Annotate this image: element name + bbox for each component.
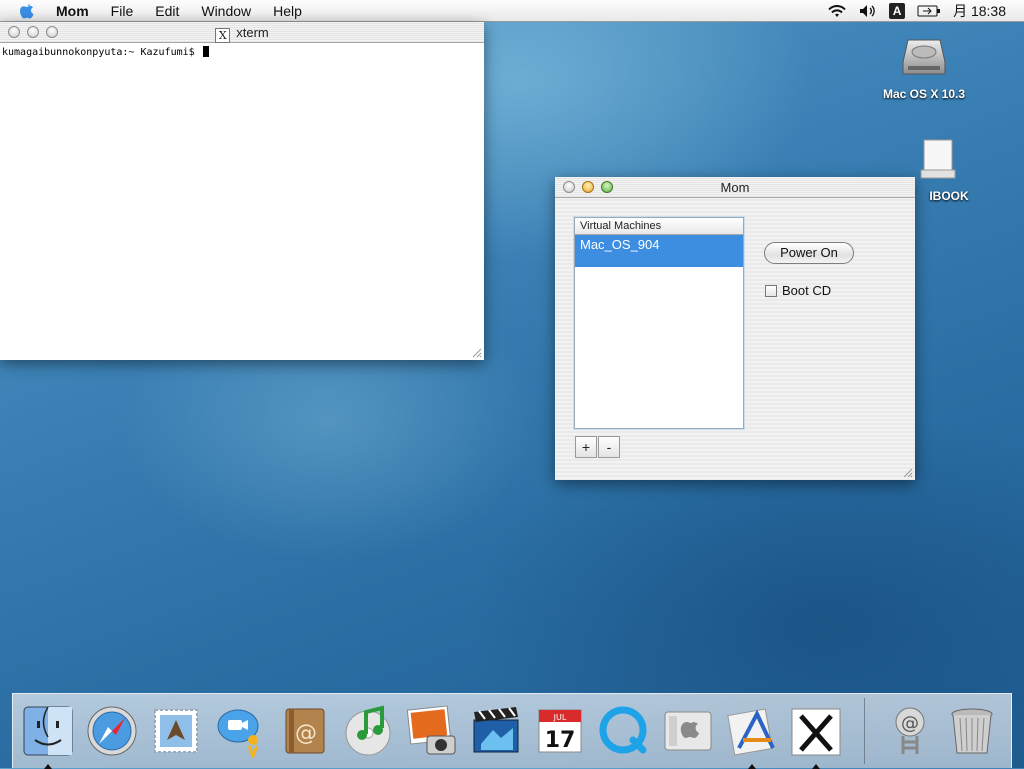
boot-cd-checkbox[interactable]: Boot CD [765, 283, 831, 298]
boot-cd-label: Boot CD [782, 283, 832, 298]
svg-text:JUL: JUL [553, 713, 567, 722]
menu-help[interactable]: Help [273, 3, 302, 19]
vm-list[interactable]: Virtual Machines Mac_OS_904 [574, 217, 744, 429]
terminal-output[interactable]: kumagaibunnokonpyuta:~ Kazufumi$ [0, 43, 484, 61]
vm-list-row[interactable]: Mac_OS_904 [575, 235, 743, 267]
hard-drive-icon [902, 39, 946, 75]
wifi-icon[interactable] [827, 4, 847, 18]
internet-connect-icon: @ [895, 707, 925, 754]
dock-finder[interactable] [19, 702, 77, 769]
dock-itunes[interactable] [339, 702, 397, 760]
window-title: Mom [720, 180, 750, 195]
battery-icon[interactable] [917, 5, 941, 17]
xterm-titlebar[interactable]: Xxterm [0, 22, 484, 43]
power-on-button[interactable]: Power On [764, 242, 854, 264]
add-vm-button[interactable]: + [575, 436, 597, 458]
menu-bar: Mom File Edit Window Help A 月 18:38 [0, 0, 1024, 22]
dock-x11[interactable] [787, 702, 845, 769]
svg-text:@: @ [901, 713, 919, 734]
running-indicator [44, 764, 52, 769]
mom-window[interactable]: Mom Virtual Machines Mac_OS_904 + - Powe… [555, 177, 915, 480]
dock: @ JUL 17 @ [12, 693, 1012, 769]
dock-internet-connect[interactable]: @ [881, 702, 939, 760]
menu-extras: A 月 18:38 [827, 0, 1006, 22]
menu-app-name[interactable]: Mom [56, 3, 89, 19]
system-preferences-icon [664, 711, 712, 751]
quicktime-icon [599, 706, 647, 754]
dock-address-book[interactable]: @ [275, 702, 333, 760]
volume-icon[interactable] [859, 4, 877, 18]
mail-icon [154, 709, 198, 753]
safari-icon [87, 706, 137, 756]
menu-clock[interactable]: 月 18:38 [953, 1, 1006, 21]
dock-system-preferences[interactable] [659, 702, 717, 760]
mom-titlebar[interactable]: Mom [555, 177, 915, 198]
xterm-window[interactable]: Xxterm kumagaibunnokonpyuta:~ Kazufumi$ [0, 22, 484, 360]
svg-text:@: @ [295, 721, 317, 746]
dock-iphoto[interactable] [403, 702, 461, 760]
input-method-icon[interactable]: A [889, 3, 906, 19]
address-book-icon: @ [285, 708, 325, 754]
remove-vm-button[interactable]: - [598, 436, 620, 458]
running-indicator [812, 764, 820, 769]
desktop-icon-hd[interactable]: Mac OS X 10.3 [876, 34, 972, 101]
trash-icon [951, 708, 993, 754]
dock-quicktime[interactable] [595, 702, 653, 760]
dock-trash[interactable] [943, 702, 1001, 760]
running-indicator [748, 764, 756, 769]
x11-icon [791, 708, 841, 756]
x11-icon: X [215, 28, 231, 43]
window-title: Xxterm [0, 25, 484, 43]
imovie-icon [473, 707, 519, 753]
desktop-icon-label: IBOOK [929, 189, 969, 203]
apple-menu-icon[interactable] [18, 2, 36, 20]
svg-text:17: 17 [545, 728, 576, 753]
finder-icon [23, 706, 73, 756]
checkbox-box[interactable] [765, 284, 777, 297]
external-disk-icon [920, 139, 956, 179]
ical-icon: JUL 17 [538, 709, 582, 753]
dock-xcode[interactable] [723, 702, 781, 769]
menu-file[interactable]: File [111, 3, 134, 19]
xcode-icon [727, 708, 775, 756]
itunes-icon [345, 705, 391, 756]
desktop-icon-label: Mac OS X 10.3 [882, 87, 966, 101]
dock-ichat[interactable] [211, 702, 269, 760]
dock-separator [864, 698, 865, 764]
ichat-icon [217, 709, 259, 758]
shell-prompt: kumagaibunnokonpyuta:~ Kazufumi$ [2, 47, 201, 58]
input-method-label: A [892, 4, 902, 18]
menu-window[interactable]: Window [201, 3, 251, 19]
dock-ical[interactable]: JUL 17 [531, 702, 589, 760]
vm-list-header[interactable]: Virtual Machines [575, 218, 743, 235]
dock-mail[interactable] [147, 702, 205, 760]
resize-grip-icon[interactable] [470, 346, 482, 358]
iphoto-icon [406, 705, 456, 755]
xterm-title: xterm [236, 25, 269, 40]
dock-imovie[interactable] [467, 702, 525, 760]
text-cursor [202, 46, 209, 57]
dock-safari[interactable] [83, 702, 141, 760]
resize-grip-icon[interactable] [901, 466, 913, 478]
menu-edit[interactable]: Edit [155, 3, 179, 19]
